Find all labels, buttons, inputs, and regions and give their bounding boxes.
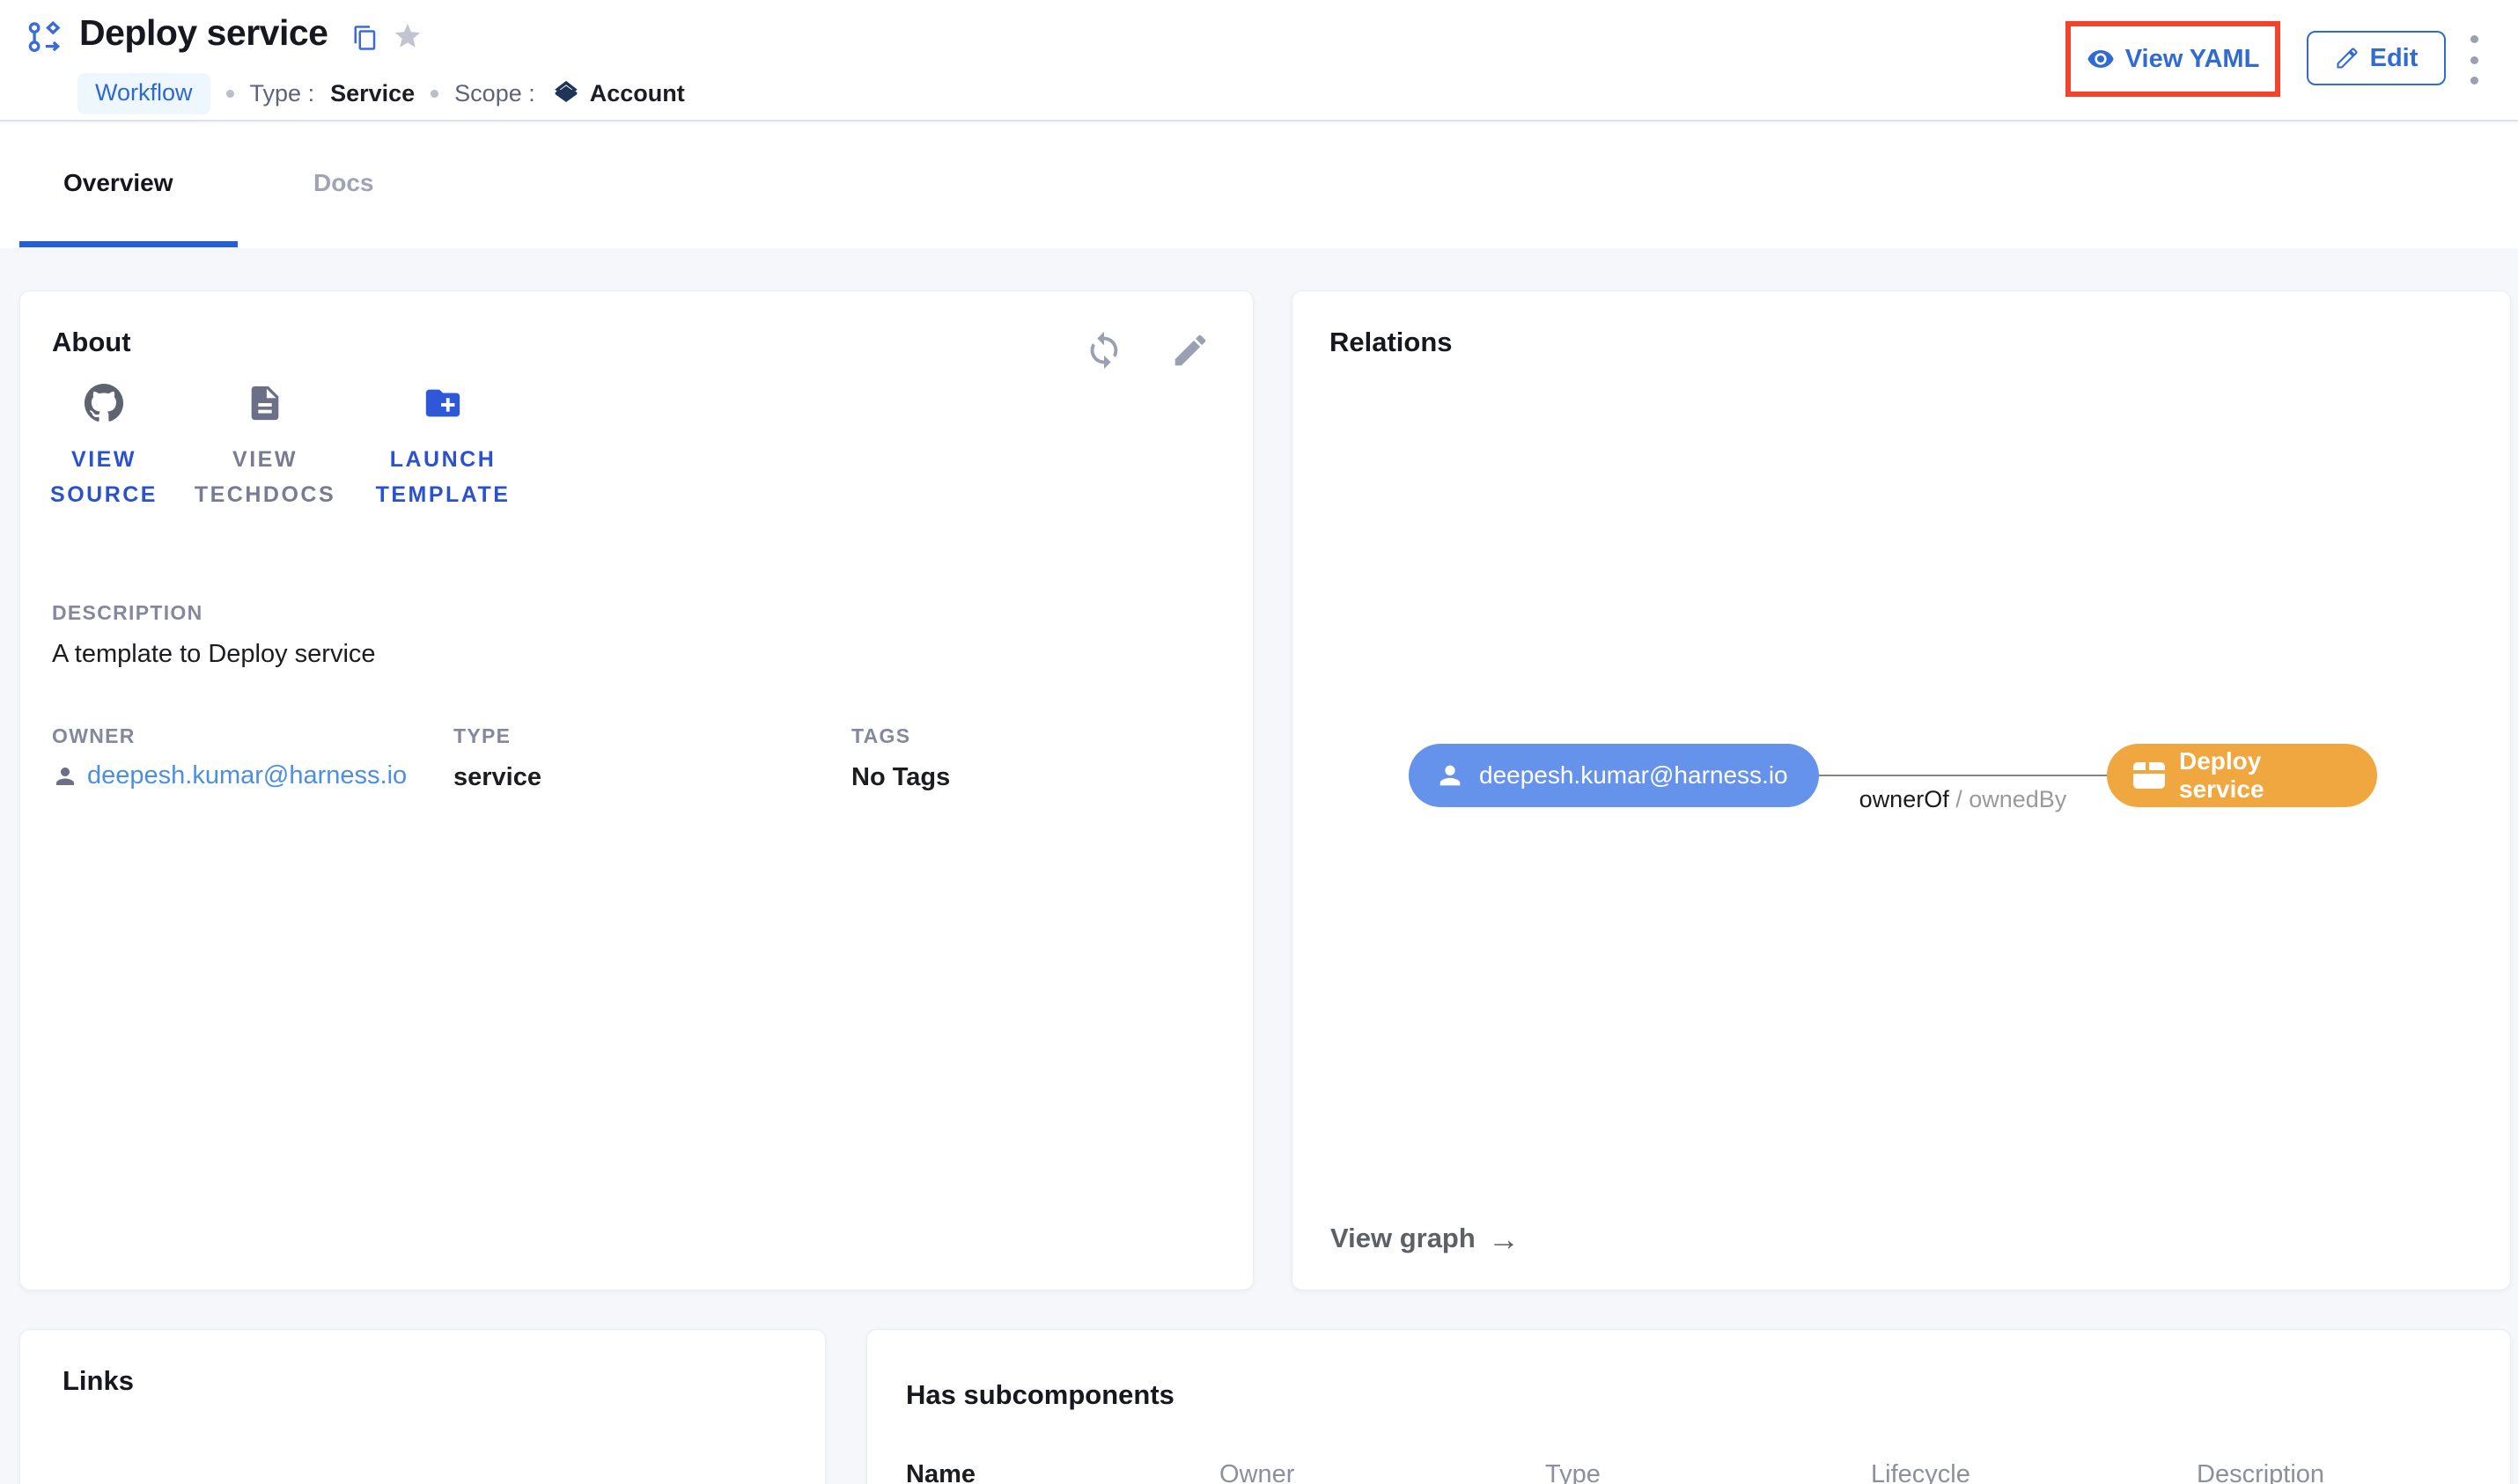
refresh-icon[interactable] xyxy=(1084,330,1124,371)
type-field-value: service xyxy=(453,763,541,792)
about-heading: About xyxy=(52,327,131,358)
launch-template-label-line2: TEMPLATE xyxy=(355,477,531,512)
scope-label: Scope : xyxy=(454,80,535,107)
type-label: Type : xyxy=(250,80,315,107)
person-icon xyxy=(52,763,78,790)
column-header-owner[interactable]: Owner xyxy=(1219,1460,1294,1484)
owner-value: deepesh.kumar@harness.io xyxy=(87,761,407,790)
star-icon[interactable] xyxy=(393,21,423,51)
entity-overview-page: Deploy service Workflow Type : Service S… xyxy=(0,0,2518,1484)
view-graph-label: View graph xyxy=(1330,1223,1476,1254)
github-icon xyxy=(84,383,124,423)
entity-meta-row: Workflow Type : Service Scope : Account xyxy=(77,72,685,114)
relations-card: Relations ownerOf / ownedBy deepesh.kuma… xyxy=(1292,290,2511,1290)
separator-dot xyxy=(226,90,234,98)
template-icon xyxy=(2133,762,2165,789)
tab-overview[interactable]: Overview xyxy=(63,169,173,197)
kind-badge[interactable]: Workflow xyxy=(77,73,210,114)
document-icon xyxy=(245,383,285,423)
page-header: Deploy service Workflow Type : Service S… xyxy=(0,0,2518,121)
relation-node-user[interactable]: deepesh.kumar@harness.io xyxy=(1409,744,1819,807)
column-header-description[interactable]: Description xyxy=(2197,1460,2324,1484)
column-header-name[interactable]: Name xyxy=(906,1460,976,1484)
tags-value: No Tags xyxy=(851,763,950,792)
copy-icon[interactable] xyxy=(352,25,379,51)
edit-label: Edit xyxy=(2370,44,2419,73)
view-yaml-label: View YAML xyxy=(2125,45,2260,74)
launch-template-action[interactable]: LAUNCH TEMPLATE xyxy=(355,383,531,512)
page-title: Deploy service xyxy=(79,12,328,54)
edit-button[interactable]: Edit xyxy=(2307,31,2446,85)
tags-label: TAGS xyxy=(851,724,910,748)
owner-link[interactable]: deepesh.kumar@harness.io xyxy=(52,761,407,790)
view-yaml-button[interactable]: View YAML xyxy=(2087,45,2260,74)
more-options-button[interactable] xyxy=(2463,35,2485,84)
relation-edge-label: ownerOf / ownedBy xyxy=(1819,786,2107,813)
scope-group: Account xyxy=(551,78,685,108)
eye-icon xyxy=(2087,45,2115,73)
active-tab-indicator xyxy=(19,241,238,247)
red-highlight-box: View YAML xyxy=(2065,21,2280,97)
tab-bar: Overview Docs xyxy=(0,123,2518,248)
workflow-icon xyxy=(26,19,63,56)
view-source-label-line2: SOURCE xyxy=(16,477,192,512)
column-header-type[interactable]: Type xyxy=(1545,1460,1601,1484)
type-value: Service xyxy=(330,80,415,107)
relation-edge-line xyxy=(1819,775,2107,776)
subcomponents-heading: Has subcomponents xyxy=(906,1379,1174,1411)
view-source-action[interactable]: VIEW SOURCE xyxy=(16,383,192,512)
links-heading: Links xyxy=(63,1365,134,1397)
tab-docs[interactable]: Docs xyxy=(313,169,373,197)
about-card: About VIEW SOURCE VIEW TECHDOCS xyxy=(19,290,1254,1290)
separator-dot xyxy=(431,90,438,98)
scope-value: Account xyxy=(590,80,685,107)
new-folder-icon xyxy=(423,383,463,423)
launch-template-label-line1: LAUNCH xyxy=(355,442,531,477)
edge-label-separator: / xyxy=(1949,786,1969,812)
relation-node-service[interactable]: Deploy service xyxy=(2107,744,2377,807)
description-value: A template to Deploy service xyxy=(52,640,376,669)
view-graph-link[interactable]: View graph → xyxy=(1330,1223,1520,1254)
subcomponents-card: Has subcomponents Name Owner Type Lifecy… xyxy=(866,1329,2511,1484)
subcomponents-table-header: Name Owner Type Lifecycle Description xyxy=(867,1460,2510,1484)
view-source-label-line1: VIEW xyxy=(16,442,192,477)
owner-label: OWNER xyxy=(52,724,136,748)
view-techdocs-label-line1: VIEW xyxy=(177,442,353,477)
arrow-right-icon: → xyxy=(1488,1225,1520,1253)
relations-heading: Relations xyxy=(1329,327,1453,358)
links-card: Links xyxy=(19,1329,826,1484)
pencil-icon xyxy=(2335,46,2360,70)
column-header-lifecycle[interactable]: Lifecycle xyxy=(1871,1460,1970,1484)
edge-label-ownedby: ownedBy xyxy=(1969,786,2066,812)
type-field-label: TYPE xyxy=(453,724,511,748)
description-label: DESCRIPTION xyxy=(52,601,202,625)
edit-about-icon[interactable] xyxy=(1170,330,1211,371)
service-node-label: Deploy service xyxy=(2179,747,2351,804)
edge-label-ownerof: ownerOf xyxy=(1859,786,1949,812)
view-techdocs-action[interactable]: VIEW TECHDOCS xyxy=(177,383,353,512)
layers-icon xyxy=(551,78,581,108)
person-icon xyxy=(1435,760,1465,790)
view-techdocs-label-line2: TECHDOCS xyxy=(177,477,353,512)
user-node-label: deepesh.kumar@harness.io xyxy=(1479,761,1788,790)
